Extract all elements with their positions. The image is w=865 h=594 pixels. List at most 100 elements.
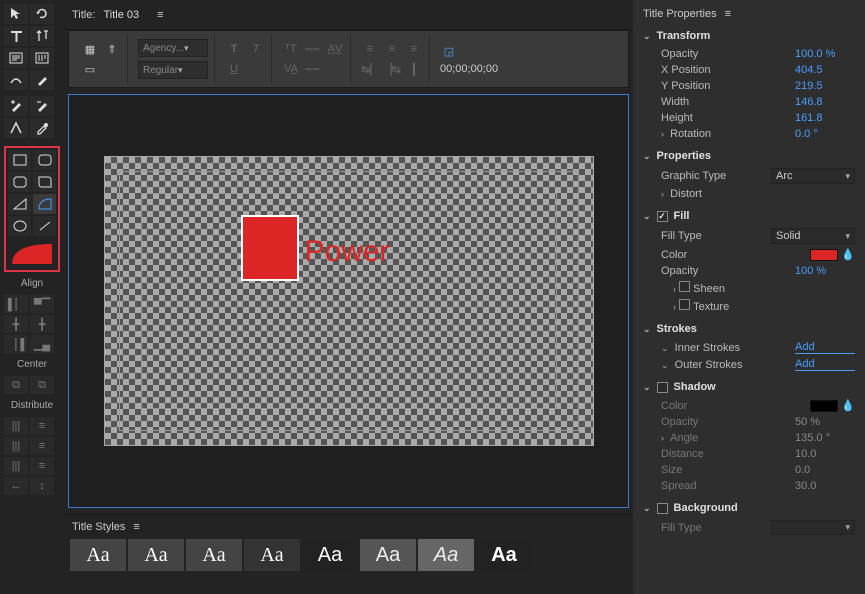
align-center-icon[interactable]: ≡ xyxy=(383,41,401,57)
style-swatch[interactable]: Aa xyxy=(70,539,126,571)
tracking-icon[interactable]: VA̲ xyxy=(282,61,300,77)
canvas-stage[interactable]: Power xyxy=(104,156,594,446)
strokes-section[interactable]: ⌄Strokes xyxy=(643,319,855,339)
add-inner-stroke[interactable]: Add xyxy=(795,341,855,354)
add-outer-stroke[interactable]: Add xyxy=(795,358,855,371)
dist-right[interactable]: ||| xyxy=(4,457,28,475)
xpos-value[interactable]: 404.5 xyxy=(795,64,855,76)
canvas-viewport[interactable]: Power xyxy=(68,94,629,508)
shadow-angle-label[interactable]: › Angle xyxy=(661,432,698,444)
shadow-section[interactable]: ⌄Shadow xyxy=(643,377,855,397)
kerning-icon[interactable]: A̲V̲ xyxy=(326,41,344,57)
align-right[interactable]: ▕▐ xyxy=(4,335,28,353)
dist-hspace[interactable]: ↔ xyxy=(4,477,28,495)
pen-tool[interactable] xyxy=(30,70,54,90)
dist-left[interactable]: ||| xyxy=(4,417,28,435)
tab-right-icon[interactable]: ▕↹ xyxy=(383,61,401,77)
title-styles-menu-icon[interactable]: ≡ xyxy=(133,521,137,533)
font-size-icon[interactable]: ᵀT xyxy=(282,41,300,57)
eyedropper-icon[interactable] xyxy=(30,118,54,138)
graphic-type-combo[interactable]: Arc▾ xyxy=(771,168,855,184)
selection-tool[interactable] xyxy=(4,4,28,24)
align-right-icon[interactable]: ≡ xyxy=(405,41,423,57)
align-bottom[interactable]: ▁▄ xyxy=(30,335,54,353)
tracking-value[interactable]: ━━ xyxy=(304,61,322,77)
fill-type-combo[interactable]: Solid▾ xyxy=(771,228,855,244)
style-swatch[interactable]: Aa xyxy=(244,539,300,571)
width-value[interactable]: 146.8 xyxy=(795,96,855,108)
rotate-tool[interactable] xyxy=(30,4,54,24)
rotation-label[interactable]: › Rotation xyxy=(661,128,711,140)
fill-color-swatch[interactable] xyxy=(810,249,838,261)
timecode-display[interactable]: 00;00;00;00 xyxy=(440,63,498,75)
path-type-tool[interactable] xyxy=(4,70,28,90)
roll-up-icon[interactable]: ⇑ xyxy=(103,41,121,57)
height-value[interactable]: 161.8 xyxy=(795,112,855,124)
align-hcenter[interactable]: ╋ xyxy=(4,315,28,333)
title-menu-icon[interactable]: ≡ xyxy=(157,9,161,21)
ellipse-tool[interactable] xyxy=(8,216,31,236)
shadow-checkbox[interactable] xyxy=(657,382,668,393)
size-value[interactable]: ━━ xyxy=(304,41,322,57)
dist-top[interactable]: ≡ xyxy=(30,417,54,435)
dist-vspace[interactable]: ↕ xyxy=(30,477,54,495)
ypos-value[interactable]: 219.5 xyxy=(795,80,855,92)
tab-center-icon[interactable]: ▕▏ xyxy=(405,61,423,77)
eyedropper-icon[interactable]: 💧 xyxy=(841,400,855,412)
properties-section[interactable]: ⌄Properties xyxy=(643,146,855,166)
transform-section[interactable]: ⌄Transform xyxy=(643,26,855,46)
rounded-corner-rectangle-tool[interactable] xyxy=(33,172,56,192)
sheen-checkbox[interactable] xyxy=(679,281,690,292)
vertical-type-tool[interactable] xyxy=(30,26,54,46)
fill-section[interactable]: ⌄✓Fill xyxy=(643,206,855,226)
style-swatch[interactable]: Aa xyxy=(186,539,242,571)
properties-menu-icon[interactable]: ≡ xyxy=(725,8,729,20)
arc-shape[interactable] xyxy=(241,215,299,281)
opacity-value[interactable]: 100.0 % xyxy=(795,48,855,60)
type-tool[interactable] xyxy=(4,26,28,46)
preview-icon[interactable]: ▭ xyxy=(81,61,99,77)
rotation-value[interactable]: 0.0 ° xyxy=(795,128,855,140)
vertical-area-type-tool[interactable] xyxy=(30,48,54,68)
align-left-icon[interactable]: ≡ xyxy=(361,41,379,57)
shadow-size-value[interactable]: 0.0 xyxy=(795,464,855,476)
convert-anchor-tool[interactable] xyxy=(4,118,28,138)
texture-checkbox[interactable] xyxy=(679,299,690,310)
add-anchor-tool[interactable] xyxy=(4,96,28,116)
center-vertical[interactable]: ⧉ xyxy=(4,376,28,394)
underline-icon[interactable]: U xyxy=(225,61,243,77)
rectangle-tool[interactable] xyxy=(8,150,31,170)
dist-vcenter[interactable]: ≡ xyxy=(30,437,54,455)
shadow-opacity-value[interactable]: 50 % xyxy=(795,416,855,428)
bg-fill-type-combo[interactable]: ▾ xyxy=(771,520,855,535)
font-family-combo[interactable]: Agency...▾ xyxy=(138,39,208,57)
center-horizontal[interactable]: ⧉ xyxy=(30,376,54,394)
shadow-distance-value[interactable]: 10.0 xyxy=(795,448,855,460)
style-swatch[interactable]: Aa xyxy=(128,539,184,571)
tab-icon[interactable]: ↹▏ xyxy=(361,61,379,77)
shadow-spread-value[interactable]: 30.0 xyxy=(795,480,855,492)
area-type-tool[interactable] xyxy=(4,48,28,68)
outer-strokes-label[interactable]: ⌄ Outer Strokes xyxy=(661,359,743,371)
align-top[interactable]: ▀▔ xyxy=(30,295,54,313)
align-vcenter[interactable]: ╋ xyxy=(30,315,54,333)
rounded-rectangle-tool[interactable] xyxy=(33,150,56,170)
dist-bottom[interactable]: ≡ xyxy=(30,457,54,475)
style-swatch[interactable]: Aa xyxy=(302,539,358,571)
background-section[interactable]: ⌄Background xyxy=(643,498,855,518)
eyedropper-icon[interactable]: 💧 xyxy=(841,249,855,261)
shadow-color-swatch[interactable] xyxy=(810,400,838,412)
style-swatch[interactable]: Aa xyxy=(476,539,532,571)
fill-opacity-value[interactable]: 100 % xyxy=(795,265,855,277)
background-checkbox[interactable] xyxy=(657,503,668,514)
inner-strokes-label[interactable]: ⌄ Inner Strokes xyxy=(661,342,740,354)
clipped-rectangle-tool[interactable] xyxy=(8,172,31,192)
style-swatch[interactable]: Aa xyxy=(360,539,416,571)
italic-icon[interactable]: T xyxy=(247,41,265,57)
show-video-icon[interactable]: ◲ xyxy=(440,43,458,59)
line-tool[interactable] xyxy=(33,216,56,236)
style-swatch[interactable]: Aa xyxy=(418,539,474,571)
templates-icon[interactable]: ▦ xyxy=(81,41,99,57)
texture-label[interactable]: › Texture xyxy=(673,299,729,313)
font-style-combo[interactable]: Regular▾ xyxy=(138,61,208,79)
